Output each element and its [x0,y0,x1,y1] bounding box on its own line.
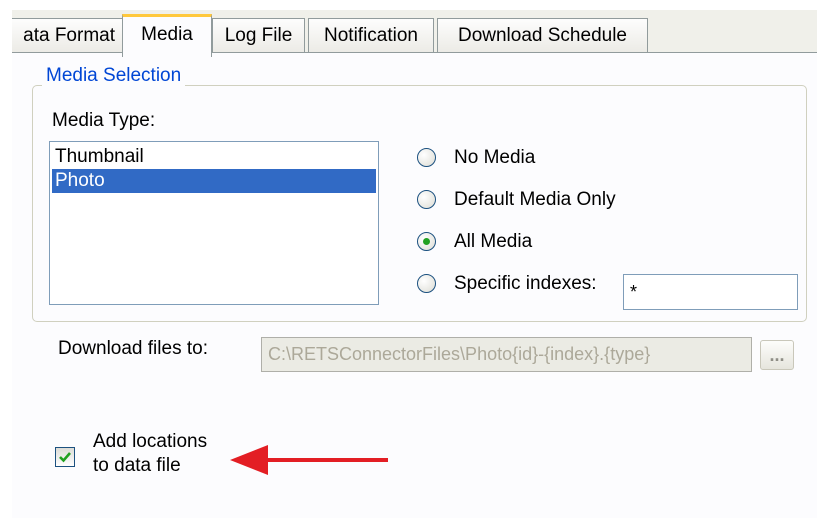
add-locations-label: Add locations to data file [93,431,208,476]
radio-no-media-label: No Media [454,147,536,168]
tab-strip: ata Format Media Log File Notification D… [12,10,817,57]
media-type-label: Media Type: [52,110,156,131]
specific-indexes-input[interactable] [623,274,798,310]
tab-download-schedule[interactable]: Download Schedule [437,18,648,52]
media-tab-panel: Media Selection Media Type: Thumbnail Ph… [12,53,817,518]
tab-media[interactable]: Media [122,14,212,57]
radio-specific-indexes-button[interactable] [417,274,436,293]
tab-data-format[interactable]: ata Format [12,18,124,52]
media-type-listbox[interactable]: Thumbnail Photo [49,141,379,305]
radio-all-media-button[interactable] [417,232,436,251]
radio-all-media-label: All Media [454,231,533,252]
tab-log-file[interactable]: Log File [212,18,305,52]
browse-button[interactable]: ... [760,340,794,370]
add-locations-checkbox[interactable] [55,447,75,467]
red-arrow-left-icon [230,445,388,475]
download-path-input[interactable] [261,337,752,372]
media-selection-legend: Media Selection [42,65,186,87]
media-type-item-thumbnail[interactable]: Thumbnail [52,145,376,169]
radio-no-media-button[interactable] [417,148,436,167]
settings-dialog: ata Format Media Log File Notification D… [12,10,817,518]
radio-selected-dot [423,238,430,245]
radio-default-media-only-label: Default Media Only [454,189,616,210]
radio-specific-indexes-label: Specific indexes: [454,273,597,294]
media-type-item-photo[interactable]: Photo [52,169,376,193]
radio-default-media-only-button[interactable] [417,190,436,209]
checkmark-icon [59,452,71,463]
tab-notification[interactable]: Notification [308,18,434,52]
download-files-to-label: Download files to: [58,338,208,359]
